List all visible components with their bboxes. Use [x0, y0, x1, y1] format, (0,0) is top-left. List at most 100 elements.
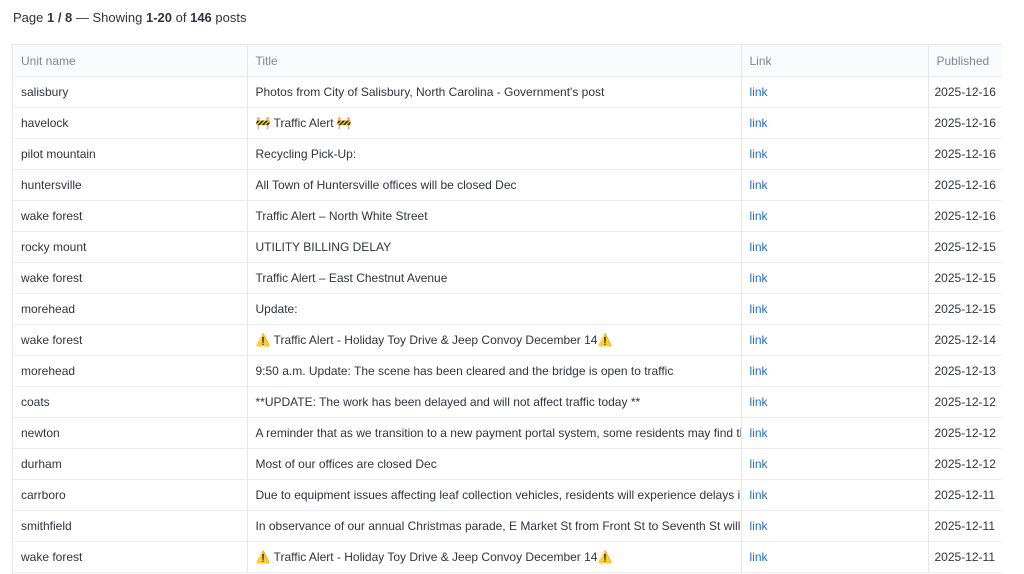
post-link[interactable]: link: [750, 364, 768, 378]
published-date-cell: 2025-12-13: [928, 355, 1002, 387]
posts-table: Unit name Title Link Published salisbury…: [13, 45, 1002, 573]
title-cell: In observance of our annual Christmas pa…: [247, 510, 742, 542]
link-cell: link: [741, 200, 929, 232]
table-row: wake forest Traffic Alert – East Chestnut…: [13, 262, 1002, 294]
post-link[interactable]: link: [750, 488, 768, 502]
page-label: Page: [13, 10, 47, 25]
unit-name-cell: wake forest: [13, 200, 248, 232]
published-date-cell: 2025-12-16: [928, 76, 1002, 108]
published-date-cell: 2025-12-15: [928, 231, 1002, 263]
total-count: 146: [190, 10, 212, 25]
post-link[interactable]: link: [750, 271, 768, 285]
page-value: 1 / 8: [46, 10, 73, 25]
unit-name-cell: carrboro: [13, 479, 248, 511]
column-header-title[interactable]: Title: [247, 45, 742, 77]
table-body: salisbury Photos from City of Salisbury, …: [13, 76, 1002, 573]
post-link[interactable]: link: [750, 395, 768, 409]
title-cell: A reminder that as we transition to a ne…: [247, 417, 742, 449]
link-cell: link: [741, 107, 929, 139]
column-header-published[interactable]: Published: [928, 45, 1002, 77]
post-link[interactable]: link: [750, 209, 768, 223]
published-date-cell: 2025-12-15: [928, 262, 1002, 294]
unit-name-cell: pilot mountain: [13, 138, 248, 170]
post-link[interactable]: link: [750, 550, 768, 564]
published-date-cell: 2025-12-16: [928, 138, 1002, 170]
published-date-cell: 2025-12-16: [928, 107, 1002, 139]
table-row: smithfield In observance of our annual Ch…: [13, 510, 1002, 542]
title-cell: 9:50 a.m. Update: The scene has been cle…: [247, 355, 742, 387]
table-row: salisbury Photos from City of Salisbury, …: [13, 76, 1002, 108]
pagination-summary: Page 1 / 8 — Showing 1-20 of 146 posts: [13, 10, 246, 25]
published-date-cell: 2025-12-11: [928, 541, 1002, 573]
title-cell: Recycling Pick-Up:: [247, 138, 742, 170]
posts-table-container[interactable]: Unit name Title Link Published salisbury…: [12, 44, 1002, 574]
unit-name-cell: coats: [13, 386, 248, 418]
post-link[interactable]: link: [750, 519, 768, 533]
table-row: wake forest Traffic Alert – North White S…: [13, 200, 1002, 232]
title-cell: Photos from City of Salisbury, North Car…: [247, 76, 742, 108]
unit-name-cell: salisbury: [13, 76, 248, 108]
link-cell: link: [741, 76, 929, 108]
title-cell: Traffic Alert – North White Street: [247, 200, 742, 232]
unit-name-cell: smithfield: [13, 510, 248, 542]
table-row: newton A reminder that as we transition t…: [13, 417, 1002, 449]
post-link[interactable]: link: [750, 147, 768, 161]
link-cell: link: [741, 138, 929, 170]
post-link[interactable]: link: [750, 178, 768, 192]
of-text: of: [172, 10, 191, 25]
table-row: wake forest ⚠️ Traffic Alert - Holiday To…: [13, 541, 1002, 573]
link-cell: link: [741, 448, 929, 480]
post-link[interactable]: link: [750, 457, 768, 471]
link-cell: link: [741, 231, 929, 263]
table-row: coats **UPDATE: The work has been delayed…: [13, 386, 1002, 418]
table-row: rocky mount UTILITY BILLING DELAY link 2025…: [13, 231, 1002, 263]
table-row: huntersville All Town of Huntersville off…: [13, 169, 1002, 201]
title-cell: Most of our offices are closed Dec: [247, 448, 742, 480]
link-cell: link: [741, 293, 929, 325]
table-row: wake forest ⚠️ Traffic Alert - Holiday To…: [13, 324, 1002, 356]
title-cell: 🚧 Traffic Alert 🚧: [247, 107, 742, 139]
published-date-cell: 2025-12-15: [928, 293, 1002, 325]
showing-prefix: — Showing: [72, 10, 146, 25]
table-row: havelock 🚧 Traffic Alert 🚧 link 2025-12-16: [13, 107, 1002, 139]
table-header-row: Unit name Title Link Published: [13, 45, 1002, 77]
table-row: morehead Update: link 2025-12-15: [13, 293, 1002, 325]
unit-name-cell: wake forest: [13, 262, 248, 294]
title-cell: UTILITY BILLING DELAY: [247, 231, 742, 263]
link-cell: link: [741, 479, 929, 511]
unit-name-cell: newton: [13, 417, 248, 449]
title-cell: **UPDATE: The work has been delayed and …: [247, 386, 742, 418]
unit-name-cell: durham: [13, 448, 248, 480]
link-cell: link: [741, 386, 929, 418]
post-link[interactable]: link: [750, 302, 768, 316]
posts-page: Page 1 / 8 — Showing 1-20 of 146 posts U…: [0, 0, 1024, 574]
table-row: carrboro Due to equipment issues affectin…: [13, 479, 1002, 511]
post-link[interactable]: link: [750, 116, 768, 130]
published-date-cell: 2025-12-14: [928, 324, 1002, 356]
column-header-unit-name[interactable]: Unit name: [13, 45, 248, 77]
unit-name-cell: havelock: [13, 107, 248, 139]
title-cell: Traffic Alert – East Chestnut Avenue: [247, 262, 742, 294]
link-cell: link: [741, 510, 929, 542]
post-link[interactable]: link: [750, 333, 768, 347]
post-link[interactable]: link: [750, 240, 768, 254]
link-cell: link: [741, 262, 929, 294]
title-cell: Update:: [247, 293, 742, 325]
published-date-cell: 2025-12-12: [928, 448, 1002, 480]
unit-name-cell: wake forest: [13, 541, 248, 573]
title-cell: Due to equipment issues affecting leaf c…: [247, 479, 742, 511]
title-cell: ⚠️ Traffic Alert - Holiday Toy Drive & J…: [247, 324, 742, 356]
table-row: durham Most of our offices are closed Dec…: [13, 448, 1002, 480]
post-link[interactable]: link: [750, 85, 768, 99]
published-date-cell: 2025-12-16: [928, 200, 1002, 232]
posts-suffix: posts: [211, 10, 247, 25]
unit-name-cell: rocky mount: [13, 231, 248, 263]
post-link[interactable]: link: [750, 426, 768, 440]
column-header-link[interactable]: Link: [741, 45, 929, 77]
title-cell: ⚠️ Traffic Alert - Holiday Toy Drive & J…: [247, 541, 742, 573]
unit-name-cell: morehead: [13, 355, 248, 387]
published-date-cell: 2025-12-12: [928, 417, 1002, 449]
title-cell: All Town of Huntersville offices will be…: [247, 169, 742, 201]
unit-name-cell: morehead: [13, 293, 248, 325]
link-cell: link: [741, 541, 929, 573]
